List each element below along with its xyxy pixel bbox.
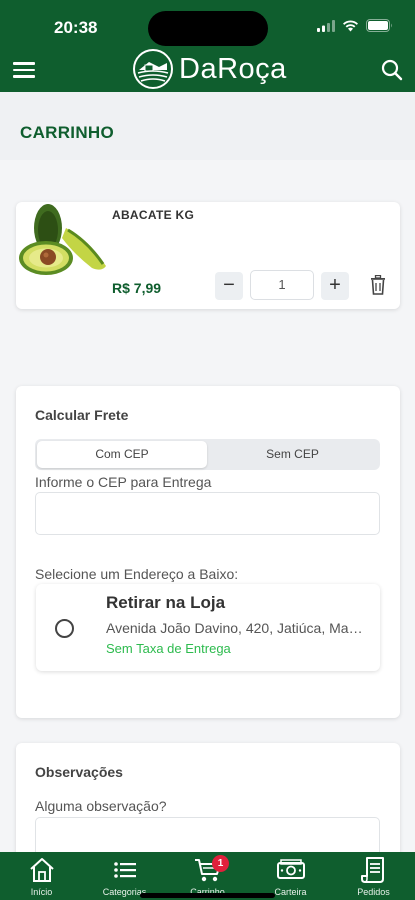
dynamic-island: [148, 11, 268, 46]
orders-icon: [360, 857, 384, 883]
app-header: 20:38 DaRoça: [0, 0, 415, 104]
logo-text: DaRoça: [179, 53, 287, 85]
decrease-quantity-button[interactable]: −: [215, 272, 243, 300]
address-select-label: Selecione um Endereço a Baixo:: [35, 566, 239, 582]
wallet-icon: [276, 859, 305, 879]
address-title: Retirar na Loja: [106, 593, 226, 612]
search-icon[interactable]: [381, 59, 403, 81]
increase-quantity-button[interactable]: +: [321, 272, 349, 300]
home-indicator: [140, 893, 275, 898]
avocado-product-image: [19, 204, 106, 275]
app-logo: DaRoça HORTIFRUTI: [133, 49, 287, 104]
tab-sem-cep[interactable]: Sem CEP: [207, 441, 378, 468]
product-name: ABACATE KG: [112, 208, 195, 222]
address-radio[interactable]: [55, 619, 74, 638]
cart-content[interactable]: ABACATE KG R$ 7,99 − 1 + Calcular Frete …: [0, 160, 415, 852]
product-price: R$ 7,99: [112, 280, 162, 296]
address-line: Avenida João Davino, 420, Jatiúca, Macei…: [106, 620, 368, 636]
cep-field-label: Informe o CEP para Entrega: [35, 474, 212, 490]
page-title-bar: CARRINHO: [0, 92, 415, 160]
battery-icon: [366, 19, 392, 32]
address-note: Sem Taxa de Entrega: [106, 641, 231, 656]
observations-input[interactable]: [35, 817, 380, 852]
address-option[interactable]: Retirar na Loja Avenida João Davino, 420…: [36, 584, 380, 671]
cart-item-card: ABACATE KG R$ 7,99 − 1 +: [16, 202, 400, 309]
observations-title: Observações: [35, 764, 123, 780]
trash-icon[interactable]: [370, 275, 386, 295]
status-icons: [317, 19, 393, 32]
shipping-title: Calcular Frete: [35, 407, 129, 423]
nav-label-pedidos: Pedidos: [357, 887, 390, 897]
shipping-calculator-card: Calcular Frete Com CEP Sem CEP Informe o…: [16, 386, 400, 718]
cep-segmented-control: Com CEP Sem CEP: [35, 439, 380, 470]
nav-item-inicio[interactable]: Início: [0, 852, 83, 900]
tab-com-cep[interactable]: Com CEP: [37, 441, 207, 468]
quantity-input[interactable]: 1: [250, 270, 314, 300]
nav-label-inicio: Início: [30, 887, 53, 897]
wifi-icon: [343, 19, 358, 31]
list-icon: [113, 862, 136, 878]
observations-card: Observações Alguma observação?: [16, 743, 400, 852]
cep-input[interactable]: [35, 492, 380, 535]
home-icon: [29, 858, 54, 882]
hamburger-menu-icon[interactable]: [13, 62, 35, 78]
nav-item-pedidos[interactable]: Pedidos: [332, 852, 415, 900]
cart-count-badge: 1: [212, 855, 229, 872]
page-title: CARRINHO: [20, 123, 115, 142]
signal-icon: [317, 19, 335, 32]
observations-label: Alguma observação?: [35, 798, 167, 814]
status-time: 20:38: [54, 18, 98, 37]
logo-emblem-icon: [133, 49, 173, 89]
